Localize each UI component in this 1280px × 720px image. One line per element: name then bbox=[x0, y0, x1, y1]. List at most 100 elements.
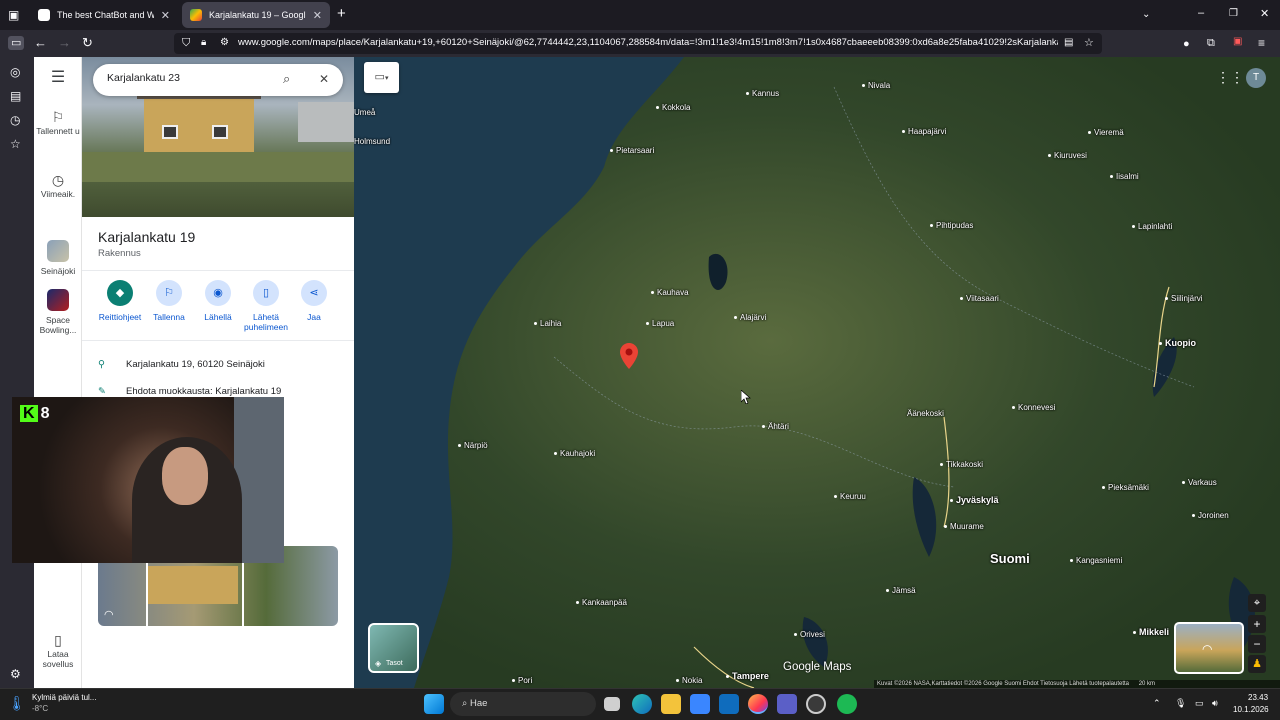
map-label-joroinen[interactable]: Joroinen bbox=[1192, 511, 1229, 520]
extension-badge-icon[interactable]: ▣ bbox=[1233, 35, 1242, 49]
outlook-icon[interactable] bbox=[719, 694, 739, 714]
chatgpt-icon[interactable] bbox=[806, 694, 826, 714]
zoom-out-button[interactable]: − bbox=[1248, 635, 1266, 653]
search-box[interactable]: ⌕ ✕ bbox=[93, 64, 343, 96]
maximize-icon[interactable]: ❐ bbox=[1229, 7, 1238, 21]
search-input[interactable] bbox=[107, 72, 277, 84]
map-label-lapua[interactable]: Lapua bbox=[646, 319, 674, 328]
menu-hamburger-icon[interactable]: ☰ bbox=[34, 70, 82, 86]
map-label-haapajarvi[interactable]: Haapajärvi bbox=[902, 127, 946, 136]
forward-arrow-icon[interactable]: → bbox=[58, 36, 71, 50]
task-view-icon[interactable] bbox=[604, 697, 620, 711]
map-label-iisalmi[interactable]: Iisalmi bbox=[1110, 172, 1139, 181]
map-label-keuruu[interactable]: Keuruu bbox=[834, 492, 866, 501]
extensions-icon[interactable]: ⧉ bbox=[1207, 36, 1215, 50]
minimize-icon[interactable]: – bbox=[1198, 6, 1204, 20]
map-label-ahtari[interactable]: Ähtäri bbox=[762, 422, 789, 431]
lock-icon[interactable]: 🔒︎ bbox=[201, 36, 206, 50]
satellite-map[interactable]: Nivala Kannus Kokkola Haapajärvi Vieremä… bbox=[354, 57, 1280, 688]
menu-icon[interactable]: ≡ bbox=[1258, 36, 1265, 50]
close-tab-icon[interactable]: ✕ bbox=[313, 9, 322, 22]
file-explorer-icon[interactable] bbox=[661, 694, 681, 714]
map-label-jyvaskyla[interactable]: Jyväskylä bbox=[950, 495, 999, 505]
customize-sidebar-gear-icon[interactable]: ⚙ bbox=[10, 667, 21, 681]
layers-button[interactable]: ◈ Tasot bbox=[368, 623, 419, 673]
new-tab-icon[interactable]: + bbox=[337, 6, 346, 21]
taskbar-search[interactable]: ⌕ Hae bbox=[450, 692, 596, 716]
street-view-icon[interactable]: ◠ bbox=[104, 608, 114, 621]
reader-view-icon[interactable]: ▤ bbox=[1064, 36, 1073, 50]
ai-chatbot-icon[interactable]: ◎ bbox=[10, 65, 20, 79]
map-label-varkaus[interactable]: Varkaus bbox=[1182, 478, 1217, 487]
network-icon[interactable]: ▭ bbox=[1195, 698, 1204, 709]
close-tab-icon[interactable]: ✕ bbox=[161, 9, 170, 22]
map-label-kauhajoki[interactable]: Kauhajoki bbox=[554, 449, 595, 458]
suggest-edit-row[interactable]: ✎ Ehdota muokkausta: Karjalankatu 19 bbox=[98, 386, 281, 397]
map-label-kuopio[interactable]: Kuopio bbox=[1159, 338, 1196, 348]
spotify-icon[interactable] bbox=[837, 694, 857, 714]
microphone-icon[interactable]: 🎙︎ bbox=[1175, 698, 1186, 709]
map-label-kangasniemi[interactable]: Kangasniemi bbox=[1070, 556, 1122, 565]
map-label-konnevesi[interactable]: Konnevesi bbox=[1012, 403, 1055, 412]
map-label-lapinlahti[interactable]: Lapinlahti bbox=[1132, 222, 1172, 231]
map-label-holmsund[interactable]: Holmsund bbox=[354, 137, 390, 146]
clock-time[interactable]: 23.43 bbox=[1248, 693, 1268, 702]
map-label-tikkakoski[interactable]: Tikkakoski bbox=[940, 460, 983, 469]
map-label-alajarvi[interactable]: Alajärvi bbox=[734, 313, 766, 322]
rail-item-recent[interactable]: ◷ Viimeaik. bbox=[34, 173, 82, 199]
weather-widget[interactable]: 🌡︎ Kylmiä päiviä tul... -8°C bbox=[8, 692, 118, 716]
shield-icon[interactable]: ⛉ bbox=[182, 36, 190, 50]
firefox-icon[interactable] bbox=[748, 694, 768, 714]
permissions-icon[interactable]: ⚙ bbox=[220, 36, 229, 50]
rail-item-saved[interactable]: ⚐ Tallennett u bbox=[34, 110, 82, 136]
list-tabs-chevron-down-icon[interactable]: ⌄ bbox=[1142, 8, 1150, 22]
rail-item-recent-bowling[interactable]: Space Bowling... bbox=[34, 289, 82, 335]
back-arrow-icon[interactable]: ← bbox=[34, 36, 47, 50]
reload-icon[interactable]: ↻ bbox=[82, 36, 93, 50]
close-window-icon[interactable]: ✕ bbox=[1260, 7, 1269, 21]
teams-icon[interactable] bbox=[777, 694, 797, 714]
tab-google-maps[interactable]: Karjalankatu 19 – Google Maps ✕ bbox=[182, 2, 330, 28]
map-label-nokia[interactable]: Nokia bbox=[676, 676, 702, 685]
map-label-tampere[interactable]: Tampere bbox=[726, 671, 769, 681]
close-icon[interactable]: ✕ bbox=[319, 72, 329, 86]
map-label-pihtipudas[interactable]: Pihtipudas bbox=[930, 221, 973, 230]
map-label-narpio[interactable]: Närpiö bbox=[458, 441, 488, 450]
edge-browser-icon[interactable] bbox=[632, 694, 652, 714]
address-row[interactable]: ⚲ Karjalankatu 19, 60120 Seinäjoki bbox=[98, 359, 265, 370]
location-pin-icon[interactable] bbox=[620, 343, 638, 369]
scale-label[interactable]: 20 km bbox=[1139, 681, 1155, 687]
history-icon[interactable]: ◷ bbox=[10, 113, 20, 127]
url-text[interactable]: www.google.com/maps/place/Karjalankatu+1… bbox=[238, 37, 1058, 48]
rail-item-get-app[interactable]: ▯ Lataa sovellus bbox=[34, 633, 82, 669]
map-label-kankaanpaa[interactable]: Kankaanpää bbox=[576, 598, 627, 607]
map-label-vierema[interactable]: Vieremä bbox=[1088, 128, 1124, 137]
map-label-siilinjarvi[interactable]: Siilinjärvi bbox=[1165, 294, 1203, 303]
bookmark-star-icon[interactable]: ☆ bbox=[1084, 36, 1094, 50]
account-icon[interactable]: ● bbox=[1183, 37, 1190, 51]
map-label-kiuruvesi[interactable]: Kiuruvesi bbox=[1048, 151, 1087, 160]
tab-overview-icon[interactable]: ▣ bbox=[8, 8, 19, 22]
store-icon[interactable] bbox=[690, 694, 710, 714]
tab-chatbot[interactable]: The best ChatBot and Wid ✕ bbox=[30, 2, 178, 28]
map-label-aanekoski[interactable]: Äänekoski bbox=[907, 409, 944, 418]
bookmarks-icon[interactable]: ☆ bbox=[10, 137, 21, 151]
synced-tabs-icon[interactable]: ▤ bbox=[10, 89, 21, 103]
place-type[interactable]: Rakennus bbox=[98, 248, 141, 259]
avatar[interactable]: T bbox=[1246, 68, 1266, 88]
zoom-in-button[interactable]: + bbox=[1248, 615, 1266, 633]
apps-grid-icon[interactable]: ⋮⋮ bbox=[1216, 69, 1244, 86]
map-label-orivesi[interactable]: Orivesi bbox=[794, 630, 825, 639]
map-label-umea[interactable]: Umeå bbox=[354, 108, 375, 117]
attribution-text[interactable]: Kuvat ©2026 NASA,Karttatiedot ©2026 Goog… bbox=[877, 681, 1129, 687]
sidebar-toggle-icon[interactable]: ▭ bbox=[8, 36, 25, 50]
share-button[interactable]: ⋖ Jaa bbox=[284, 280, 344, 322]
map-label-pori[interactable]: Pori bbox=[512, 676, 532, 685]
street-view-thumbnail[interactable]: ◠ bbox=[1174, 622, 1244, 674]
map-label-viitasaari[interactable]: Viitasaari bbox=[960, 294, 999, 303]
volume-icon[interactable]: 🔊︎ bbox=[1212, 698, 1218, 709]
search-icon[interactable]: ⌕ bbox=[283, 71, 290, 87]
map-attribution[interactable]: Kuvat ©2026 NASA,Karttatiedot ©2026 Goog… bbox=[874, 680, 1280, 688]
map-label-kauhava[interactable]: Kauhava bbox=[651, 288, 689, 297]
map-label-mikkeli[interactable]: Mikkeli bbox=[1133, 627, 1169, 637]
